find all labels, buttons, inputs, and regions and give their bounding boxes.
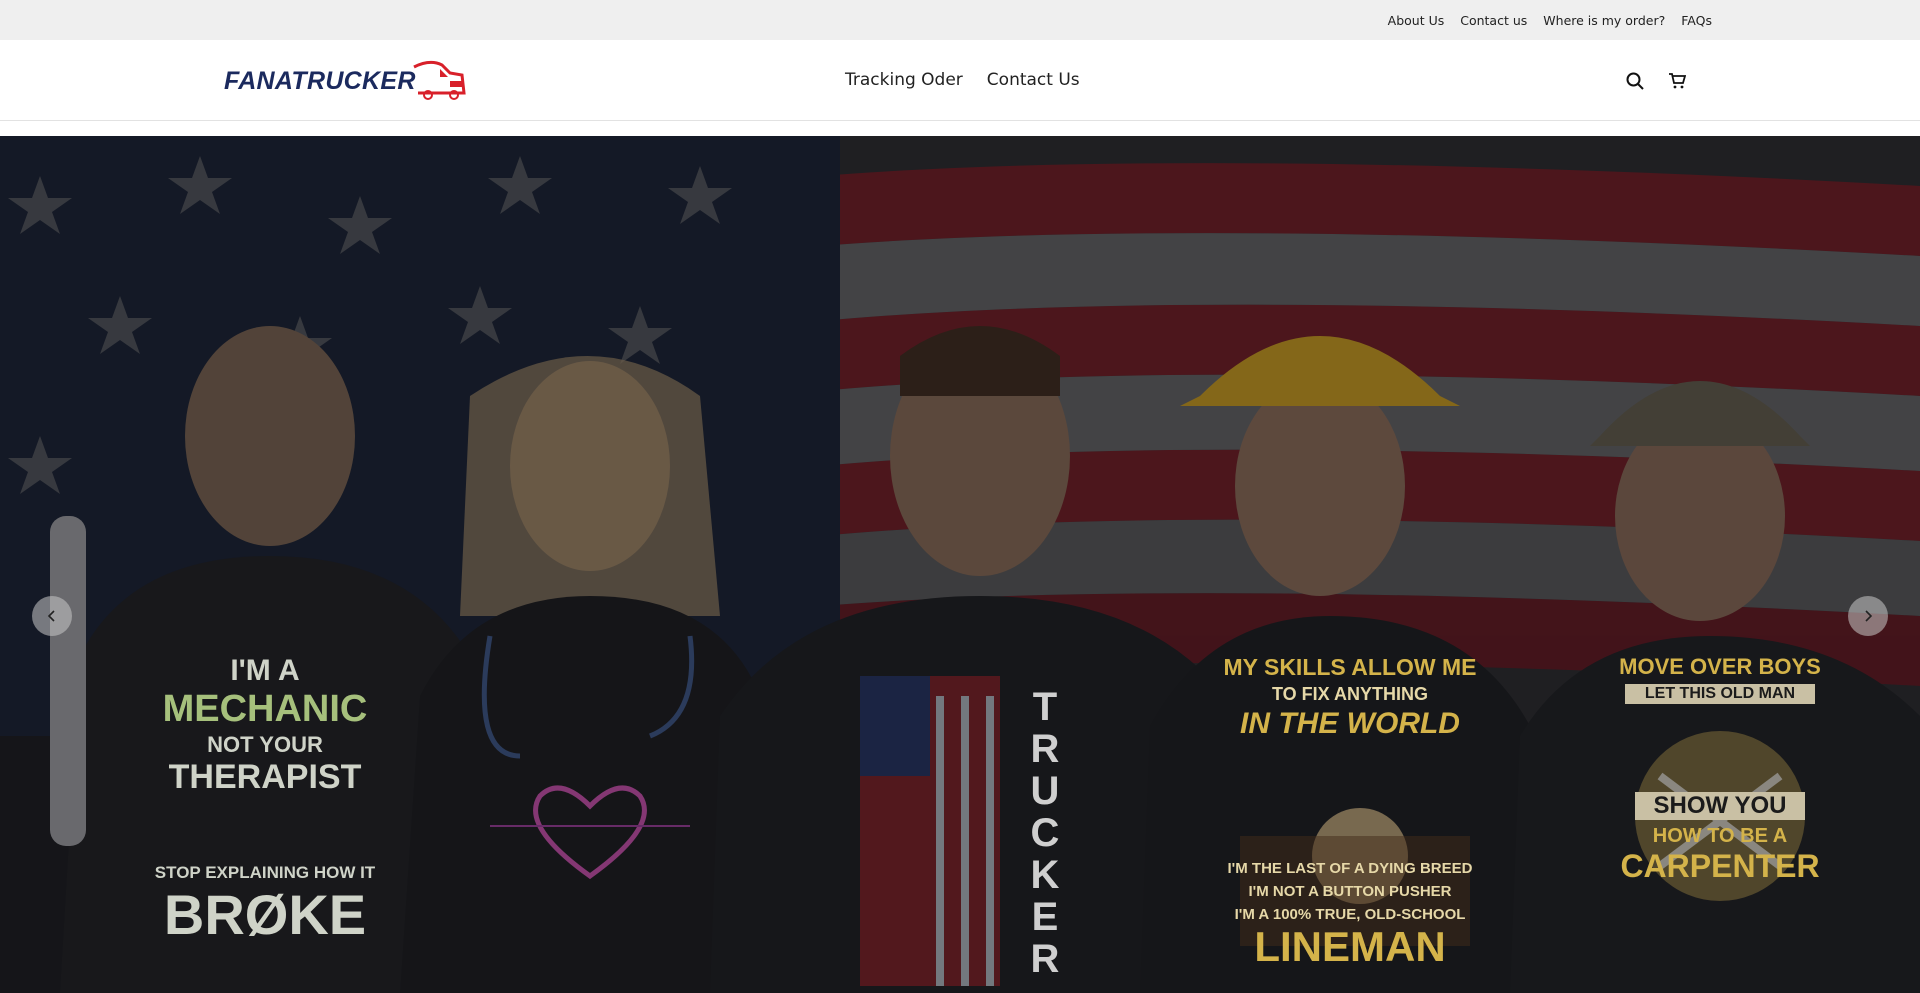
lineman-line-7: LINEMAN [1254,923,1446,970]
search-icon[interactable] [1624,70,1646,92]
header-icons [1624,70,1688,92]
lineman-line-6: I'M A 100% TRUE, OLD-SCHOOL [1234,906,1466,923]
mechanic-line-3: NOT YOUR [207,732,323,757]
carousel-prev-button[interactable] [32,596,72,636]
cart-icon[interactable] [1666,70,1688,92]
mechanic-line-5: STOP EXPLAINING HOW IT [154,863,376,882]
carpenter-line-1: MOVE OVER BOYS [1619,654,1821,679]
lineman-line-1: MY SKILLS ALLOW ME [1223,654,1477,680]
lineman-line-3: IN THE WORLD [1240,707,1460,740]
trucker-shirt-text: TRUCKER [1030,685,1060,981]
lineman-line-2: TO FIX ANYTHING [1271,684,1428,704]
carpenter-line-3: SHOW YOU [1635,792,1805,820]
site-header: FANATRUCKER Tracking Oder Contact Us [0,40,1920,121]
mechanic-shirt-text: I'M A MECHANIC NOT YOUR THERAPIST STOP E… [150,656,380,943]
chevron-right-icon [1865,610,1873,622]
faqs-link[interactable]: FAQs [1681,13,1712,28]
carpenter-shirt-text: MOVE OVER BOYS LET THIS OLD MAN SHOW YOU… [1605,654,1835,884]
mechanic-line-1: I'M A [230,654,300,687]
carpenter-line-5: CARPENTER [1620,848,1820,884]
logo[interactable]: FANATRUCKER [224,59,466,103]
logo-text: FANATRUCKER [224,66,416,95]
mechanic-line-4: THERAPIST [168,758,362,796]
nav-tracking-order[interactable]: Tracking Oder [845,70,963,90]
carpenter-line-2: LET THIS OLD MAN [1625,684,1815,704]
carpenter-line-4: HOW TO BE A [1652,825,1788,847]
truck-logo-icon [413,60,466,100]
top-bar: About Us Contact us Where is my order? F… [0,0,1920,40]
chevron-left-icon [47,610,55,622]
lineman-shirt-text: MY SKILLS ALLOW ME TO FIX ANYTHING IN TH… [1215,656,1485,968]
about-us-link[interactable]: About Us [1388,13,1445,28]
main-nav: Tracking Oder Contact Us [845,40,1080,120]
hero-banner: I'M A MECHANIC NOT YOUR THERAPIST STOP E… [0,136,1920,993]
lineman-line-4: I'M THE LAST OF A DYING BREED [1227,860,1473,877]
contact-us-link[interactable]: Contact us [1460,13,1527,28]
where-is-my-order-link[interactable]: Where is my order? [1543,13,1665,28]
top-links: About Us Contact us Where is my order? F… [1388,0,1712,40]
mechanic-line-6: BRØKE [163,883,367,946]
carousel-next-button[interactable] [1848,596,1888,636]
mechanic-line-2: MECHANIC [162,688,368,730]
lineman-line-5: I'M NOT A BUTTON PUSHER [1248,883,1452,900]
nav-contact-us[interactable]: Contact Us [987,70,1080,90]
